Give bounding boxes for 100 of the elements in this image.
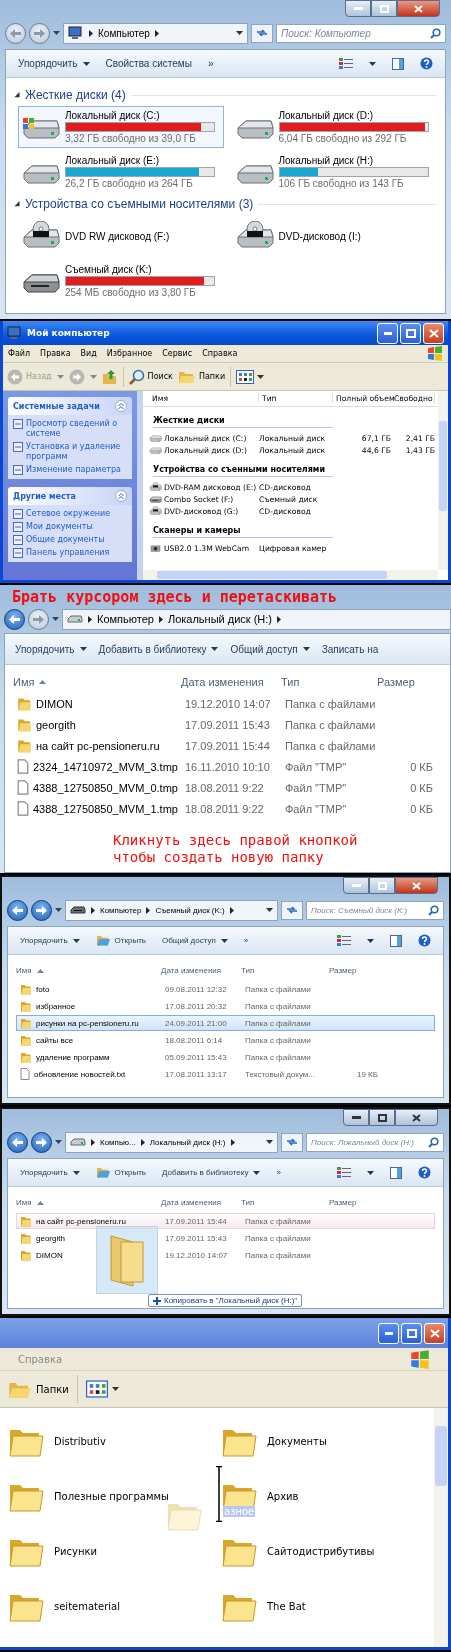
file-row[interactable]: 4388_12750850_MVM_1.tmp 18.08.2011 9:22 Файл "TMP" 0 КБ [13, 799, 442, 818]
column-header[interactable]: Имя [16, 1198, 161, 1207]
forward-button[interactable] [31, 1131, 52, 1153]
refresh-button[interactable] [281, 900, 303, 920]
toolbar-button[interactable]: Открыть [95, 1167, 147, 1178]
breadcrumb[interactable]: Компьютер [100, 905, 142, 915]
back-button[interactable] [4, 608, 25, 630]
folders-button[interactable]: Папки [177, 369, 226, 384]
folder-name[interactable]: Документы [267, 1436, 327, 1447]
toolbar-button[interactable]: Добавить в библиотеку [98, 643, 219, 655]
column-header[interactable]: Дата изменения [161, 966, 241, 975]
toolbar-button[interactable]: Общий доступ [162, 936, 228, 945]
file-row[interactable]: georgith 17.09.2011 15:43 Папка с файлами [16, 1230, 435, 1246]
file-row[interactable]: избранное 17.08.2011 20:32 Папка с файлами [16, 998, 435, 1014]
address-bar[interactable]: Компью... Локальный диск (H:) [65, 1131, 278, 1153]
maximize-button[interactable] [369, 1109, 395, 1126]
file-row[interactable]: рисунки на pc-pensioneru.ru 24.09.2011 21:00 Папка с файлами [16, 1015, 435, 1031]
back-button[interactable] [7, 1131, 28, 1153]
toolbar-button[interactable]: Упорядочить [20, 936, 80, 945]
menu-item[interactable]: Вид [80, 349, 97, 358]
file-row[interactable]: georgith 17.09.2011 15:43 Папка с файлами [13, 715, 442, 734]
vertical-scrollbar[interactable] [438, 391, 448, 570]
breadcrumb[interactable]: Компью... [100, 1137, 136, 1147]
address-bar[interactable]: Компьютер Съемный диск (K:) [65, 899, 278, 921]
task-link[interactable]: Сетевое окружение [26, 509, 111, 519]
maximize-button[interactable] [371, 0, 397, 17]
file-row[interactable]: удаление программ 05.09.2011 15:43 Папка с файлами [16, 1049, 435, 1065]
search-field[interactable]: Поиск: Компьютер [276, 23, 446, 43]
column-header[interactable]: Тип [241, 1198, 329, 1207]
column-header[interactable]: Имя [13, 676, 181, 688]
views-button[interactable] [236, 369, 265, 384]
folders-button[interactable]: Папки [8, 1379, 69, 1399]
menu-item[interactable]: Избранное [106, 349, 153, 358]
file-row[interactable]: 2324_14710972_MVM_3.tmp 16.11.2010 10:10 Файл "TMP" 0 КБ [13, 757, 442, 776]
search-field[interactable]: Поиск: Локальный диск (H:) [306, 1132, 444, 1152]
breadcrumb[interactable]: Локальный диск (H:) [167, 613, 273, 625]
breadcrumb[interactable]: Компьютер [98, 27, 150, 39]
maximize-button[interactable] [369, 877, 395, 894]
menu-item[interactable]: Файл [8, 349, 31, 358]
column-header[interactable]: Тип [281, 676, 377, 688]
drive-tile[interactable]: Локальный диск (E:) 26,2 ГБ свободно из 264 ГБ [18, 151, 224, 193]
vertical-scrollbar[interactable] [434, 1408, 448, 1647]
breadcrumb[interactable]: Локальный диск (H:) [149, 1137, 226, 1147]
more-button[interactable]: » [207, 58, 214, 69]
refresh-button[interactable] [281, 1132, 303, 1152]
task-link[interactable]: Панель управления [26, 548, 110, 558]
minimize-button[interactable] [343, 1109, 369, 1126]
group-header[interactable]: Жесткие диски (4) [25, 88, 126, 102]
folder-name[interactable]: Distributiv [54, 1436, 106, 1447]
toolbar-button[interactable]: Записать на [321, 643, 379, 655]
file-row[interactable]: обновление новостей.txt 17.08.2011 13:17 Текстовый докум... 19 КБ [16, 1066, 435, 1082]
drive-tile[interactable]: Съемный диск (K:) 254 МБ свободно из 3,80 ГБ [18, 260, 224, 302]
task-link[interactable]: Мои документы [26, 522, 93, 532]
column-header[interactable]: Размер [329, 1198, 374, 1207]
task-link[interactable]: Просмотр сведений о системе [26, 419, 127, 439]
folder-name[interactable]: Сайтодистрибутивы [267, 1546, 375, 1557]
folder-name[interactable]: Рисунки [54, 1546, 98, 1557]
horizontal-scrollbar[interactable] [143, 570, 438, 580]
column-header[interactable]: Тип [241, 966, 329, 975]
menu-item[interactable]: Сервис [162, 349, 193, 358]
folder-name[interactable]: Архив [267, 1491, 299, 1502]
search-field[interactable]: Поиск: Съемный диск (K:) [306, 900, 444, 920]
close-button[interactable] [395, 877, 438, 894]
toolbar-button[interactable]: Добавить в библиотеку [162, 1168, 261, 1177]
views-button[interactable] [85, 1380, 119, 1398]
drive-tile[interactable]: Локальный диск (C:) 3,32 ГБ свободно из 39,0 ГБ [18, 106, 224, 148]
drive-tile[interactable]: Локальный диск (H:) 106 ГБ свободно из 143 ГБ [231, 151, 437, 193]
column-header[interactable]: Имя [16, 966, 161, 975]
drive-tile[interactable]: DVD-дисковод (I:) [231, 215, 437, 257]
file-row[interactable]: DIMON 19.12.2010 14:07 Папка с файлами [13, 694, 442, 713]
back-button[interactable] [7, 899, 28, 921]
column-header[interactable]: Дата изменения [181, 676, 281, 688]
column-header[interactable]: Дата изменения [161, 1198, 241, 1207]
menu-item[interactable]: Правка [40, 349, 71, 358]
toolbar-button[interactable]: Упорядочить [20, 1168, 80, 1177]
task-link[interactable]: Изменение параметра [26, 465, 121, 475]
toolbar-button[interactable]: Упорядочить [15, 643, 87, 655]
menu-item[interactable]: Справка [202, 349, 238, 358]
task-link[interactable]: Общие документы [26, 535, 105, 545]
column-header[interactable]: Размер [377, 676, 429, 688]
close-button[interactable] [395, 1109, 438, 1126]
file-row[interactable]: foto 09.08.2011 12:32 Папка с файлами [16, 981, 435, 997]
folder-name[interactable]: seitematerial [54, 1601, 120, 1612]
folder-name[interactable]: Полезные программы [54, 1491, 169, 1502]
minimize-button[interactable] [345, 0, 371, 17]
more-button[interactable]: » [276, 1168, 281, 1177]
minimize-button[interactable] [343, 877, 369, 894]
toolbar-button[interactable]: Упорядочить [18, 58, 90, 69]
toolbar-button[interactable]: Общий доступ [230, 643, 310, 655]
toolbar-button[interactable]: Свойства системы [105, 58, 192, 69]
more-button[interactable]: » [243, 936, 249, 945]
search-button[interactable]: Поиск [128, 368, 173, 385]
address-bar[interactable]: Компьютер Локальный диск (H:) [62, 608, 451, 630]
breadcrumb[interactable]: Съемный диск (K:) [155, 905, 225, 915]
forward-button[interactable] [31, 899, 52, 921]
task-link[interactable]: Установка и удаление программ [26, 442, 127, 462]
breadcrumb[interactable]: Компьютер [97, 613, 154, 625]
file-row[interactable]: DIMON 19.12.2010 14:07 Папка с файлами [16, 1247, 435, 1263]
drive-tile[interactable]: DVD RW дисковод (F:) [18, 215, 224, 257]
drive-tile[interactable]: Локальный диск (D:) 6,04 ГБ свободно из 292 ГБ [231, 106, 437, 148]
